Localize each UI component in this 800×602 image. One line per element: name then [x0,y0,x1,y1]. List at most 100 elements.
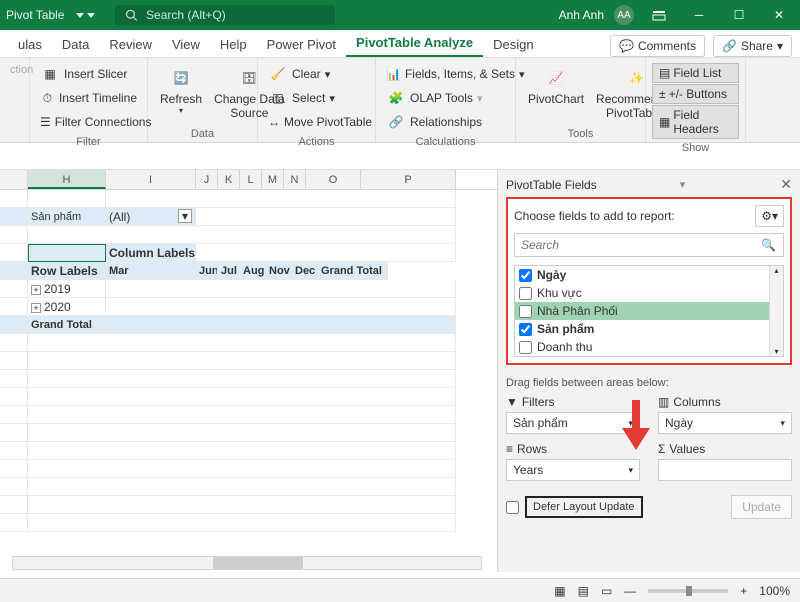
field-checkbox[interactable] [519,287,532,300]
col-header[interactable]: O [306,170,361,189]
columns-icon: ▥ [658,395,669,409]
clear-button[interactable]: 🧹Clear ▾ [264,62,369,86]
field-item[interactable]: Khu vực [515,284,783,302]
field-item[interactable]: Nhà Phân Phối▾ [515,302,783,320]
zoom-level[interactable]: 100% [759,584,790,598]
tab-review[interactable]: Review [99,32,162,57]
insert-timeline-button[interactable]: ⏱Insert Timeline [36,86,141,110]
col-header[interactable]: K [218,170,240,189]
filter-connections-button[interactable]: ☰Filter Connections [36,110,141,134]
chevron-down-icon[interactable] [76,13,84,18]
view-normal-icon[interactable]: ▦ [554,584,565,598]
field-checkbox[interactable] [519,341,532,354]
col-header[interactable]: I [106,170,196,189]
field-list[interactable]: Ngày Khu vực Nhà Phân Phối▾ Sản phẩm Doa… [514,265,784,357]
chevron-down-icon[interactable] [87,13,95,18]
zoom-slider[interactable] [648,589,728,593]
month-header: Jun [196,262,218,280]
view-page-icon[interactable]: ▤ [578,584,589,598]
close-icon[interactable]: ✕ [764,0,794,30]
tab-design[interactable]: Design [483,32,543,57]
fields-items-sets-button[interactable]: 📊Fields, Items, & Sets ▾ [382,62,509,86]
tab-help[interactable]: Help [210,32,257,57]
refresh-button[interactable]: 🔄Refresh▾ [154,62,208,122]
filter-label: Sản phẩm [28,208,106,226]
ribbon: ction ▦Insert Slicer ⏱Insert Timeline ☰F… [0,58,800,143]
relationships-button[interactable]: 🔗Relationships [382,110,509,134]
select-button[interactable]: ◫Select ▾ [264,86,369,110]
insert-slicer-button[interactable]: ▦Insert Slicer [36,62,141,86]
plus-minus-toggle[interactable]: ±+/- Buttons [652,84,739,104]
field-headers-toggle[interactable]: ▦Field Headers [652,105,739,139]
rows-area-item[interactable]: Years▾ [506,459,640,481]
share-button[interactable]: 🔗 Share ▾ [713,35,792,57]
col-header[interactable]: P [361,170,456,189]
context-tab-label: Pivot Table [6,8,64,22]
group-label: Data [154,128,251,140]
group-label: Filter [36,136,141,148]
ribbon-mode-icon[interactable] [644,0,674,30]
chevron-down-icon[interactable]: ▾ [178,209,192,223]
tab-formulas[interactable]: ulas [8,32,52,57]
col-header[interactable]: N [284,170,306,189]
columns-area-item[interactable]: Ngày▾ [658,412,792,434]
update-button[interactable]: Update [731,495,792,519]
minimize-icon[interactable]: ─ [684,0,714,30]
filters-area-item[interactable]: Sản phẩm▾ [506,412,640,434]
tab-view[interactable]: View [162,32,210,57]
rows-icon: ≡ [506,442,513,456]
move-icon: ↔ [268,112,280,132]
horizontal-scrollbar[interactable] [12,556,482,570]
grand-total-row: Grand Total [28,316,106,334]
year-row[interactable]: +2019 [28,280,106,298]
field-item[interactable]: Ngày [515,266,783,284]
group-label: Show [652,142,739,154]
col-header[interactable]: J [196,170,218,189]
move-pivottable-button[interactable]: ↔Move PivotTable [264,110,369,134]
avatar[interactable]: AA [614,5,634,25]
search-input[interactable] [146,8,325,22]
field-checkbox[interactable] [519,269,532,282]
zoom-out-icon[interactable]: — [624,584,636,598]
comments-button[interactable]: 💬 Comments [610,35,705,57]
sigma-icon: Σ [658,442,665,456]
tab-pivottable-analyze[interactable]: PivotTable Analyze [346,30,483,57]
chevron-down-icon[interactable]: ▾ [780,418,785,429]
field-item[interactable]: Doanh thu [515,338,783,356]
field-checkbox[interactable] [519,323,532,336]
expand-icon[interactable]: + [31,303,41,313]
chevron-down-icon[interactable]: ▾ [628,465,633,476]
column-labels-cell[interactable]: Column Labels▾ [106,244,196,262]
tab-data[interactable]: Data [52,32,99,57]
pivotchart-button[interactable]: 📈PivotChart [522,62,590,122]
scrollbar[interactable]: ▴▾ [769,266,783,356]
field-item[interactable]: Sản phẩm [515,320,783,338]
active-cell[interactable] [28,244,106,262]
view-break-icon[interactable]: ▭ [601,584,612,598]
ribbon-tabs: ulas Data Review View Help Power Pivot P… [0,30,800,58]
year-row[interactable]: +2020 [28,298,106,316]
col-header[interactable]: L [240,170,262,189]
field-search-input[interactable] [514,233,784,257]
spreadsheet-grid[interactable]: H I J K L M N O P Sản phẩm (All)▾ Column… [0,170,497,572]
expand-icon[interactable]: + [31,285,41,295]
values-area[interactable] [658,459,792,481]
tab-powerpivot[interactable]: Power Pivot [257,32,346,57]
col-header[interactable]: M [262,170,284,189]
field-checkbox[interactable] [519,305,532,318]
row-labels-cell[interactable]: Row Labels▾ [28,262,106,280]
defer-checkbox[interactable] [506,501,519,514]
col-header[interactable]: H [28,170,106,189]
user-name[interactable]: Anh Anh [559,8,604,22]
field-list-toggle[interactable]: ▤Field List [652,63,739,83]
maximize-icon[interactable]: ☐ [724,0,754,30]
zoom-in-icon[interactable]: + [740,584,747,598]
chevron-down-icon[interactable]: ▾ [680,178,686,191]
olap-tools-button[interactable]: 🧩OLAP Tools ▾ [382,86,509,110]
close-icon[interactable]: ✕ [780,176,792,193]
gear-icon[interactable]: ⚙▾ [755,205,784,227]
filter-value[interactable]: (All)▾ [106,208,196,226]
search-box[interactable] [115,5,335,25]
pivottable-button[interactable]: ction [6,62,23,78]
pane-title: PivotTable Fields [506,178,597,192]
